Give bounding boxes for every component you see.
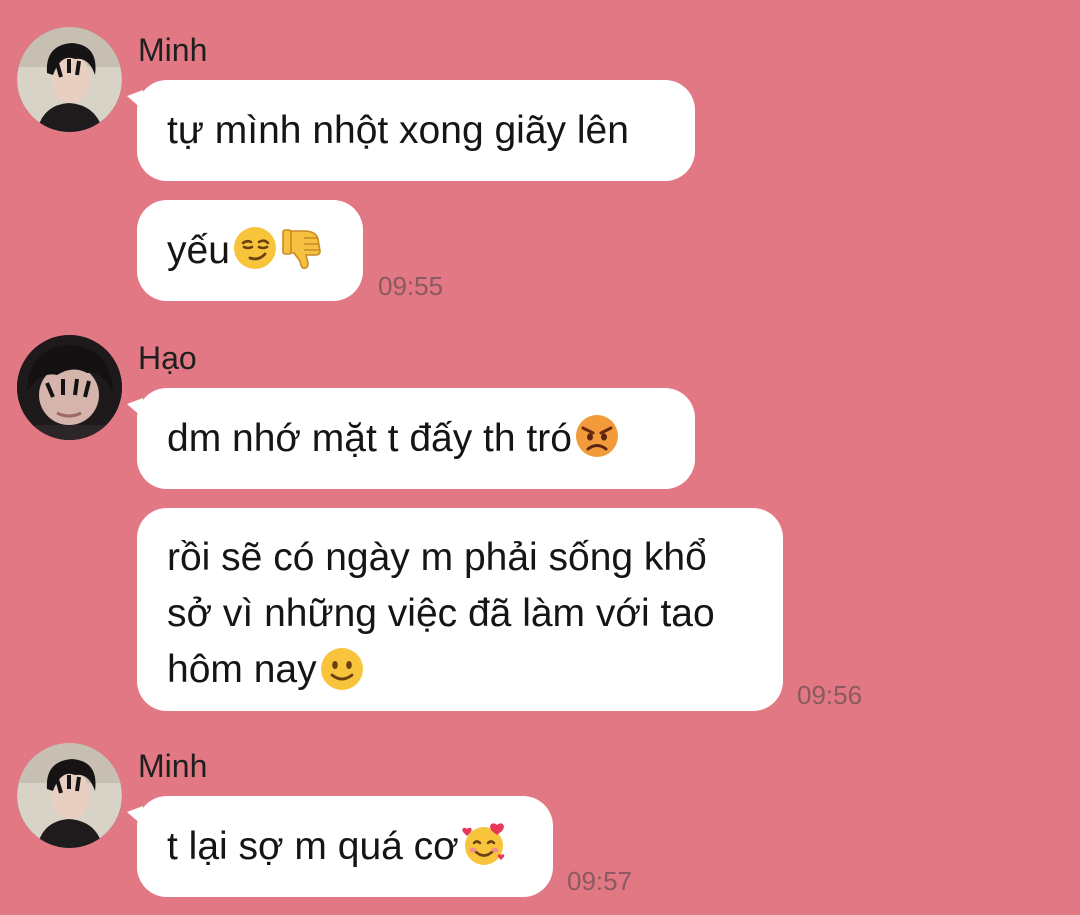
avatar-hao-icon <box>17 335 122 440</box>
avatar-minh-1[interactable] <box>17 27 122 132</box>
sender-name: Minh <box>138 32 208 68</box>
message-text-line: rồi sẽ có ngày m phải sống khổ <box>167 536 707 579</box>
smiling-face-with-hearts-emoji <box>461 821 507 867</box>
message-text: tự mình nhột xong giãy lên <box>167 108 629 152</box>
message-text-line: sở vì những việc đã làm với tao <box>167 592 715 635</box>
message-timestamp: 09:56 <box>797 680 863 710</box>
bubble-tail <box>127 806 143 826</box>
avatar-minh-2[interactable] <box>17 743 122 848</box>
thumbs-down-emoji <box>280 225 326 271</box>
message-bubble[interactable]: yếu <box>137 200 363 301</box>
message-timestamp: 09:55 <box>378 271 444 301</box>
avatar-minh-icon <box>17 27 122 132</box>
bubble-tail <box>127 90 143 110</box>
message-bubble[interactable]: rồi sẽ có ngày m phải sống khổ sở vì nhữ… <box>137 508 783 711</box>
bubble-tail <box>127 398 143 418</box>
message-text-line-with-emoji: hôm nay <box>167 642 753 698</box>
message-text: dm nhớ mặt t đấy th tró <box>167 416 572 460</box>
message-bubble[interactable]: tự mình nhột xong giãy lên <box>127 80 695 181</box>
avatar-minh-icon <box>17 743 122 848</box>
message-timestamp: 09:57 <box>567 866 633 896</box>
message-bubble[interactable]: dm nhớ mặt t đấy th tró <box>127 388 695 489</box>
sender-name: Minh <box>138 748 208 784</box>
message-bubble[interactable]: t lại sợ m quá cơ <box>127 796 553 897</box>
avatar-hao[interactable] <box>17 335 122 440</box>
angry-face-emoji <box>574 413 620 459</box>
message-text: hôm nay <box>167 648 317 691</box>
message-text: t lại sợ m quá cơ <box>167 824 459 868</box>
message-text: yếu <box>167 228 230 272</box>
smirking-face-emoji <box>232 225 278 271</box>
slightly-smiling-face-emoji <box>319 646 365 692</box>
sender-name: Hạo <box>138 340 197 376</box>
